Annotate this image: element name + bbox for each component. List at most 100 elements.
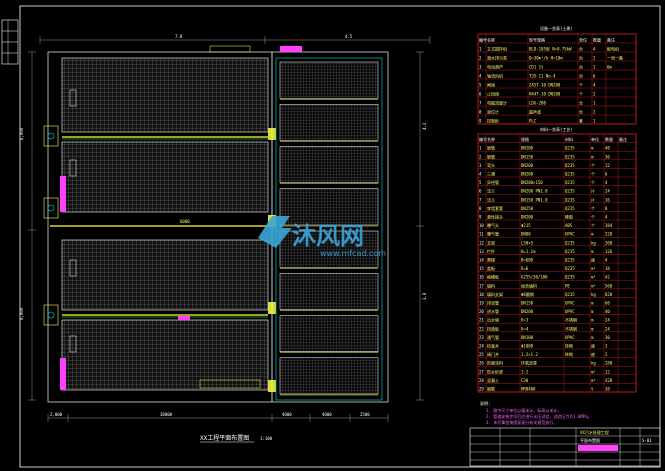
material-table[interactable]: 材料一览表(工艺) 编号 名称 规格 材料 单位 数量 备注1 钢管 DN200 Q235 m 482… [477,126,637,393]
equipment-table-cell: 止回阀 [487,91,499,97]
material-table-cell: 28 [479,378,484,383]
material-table-cell: 60 [605,301,610,306]
material-table-cell: 10 [479,223,484,228]
equipment-table-cell: 电磁流量计 [487,100,507,106]
material-table-cell: 6 [605,172,608,177]
material-table-cell: 座 [591,343,595,349]
material-table-cell: UPVC [565,301,575,306]
filter-cell[interactable] [279,61,379,99]
material-table-cell: DN200 [521,309,534,314]
equipment-table-cell: T35-11 No.4 [529,74,556,79]
magenta-marker-upper [60,176,66,212]
material-table-cell: m [591,301,594,306]
equipment-table-cell: 闸阀 [487,82,495,88]
material-table-cell: H=1.1m [521,249,536,254]
material-table-header-cell: 材料 [565,136,573,142]
material-table-header-cell: 单位 [591,136,599,142]
material-table-cell: 15 [479,266,484,271]
material-table-header-cell: 名称 [487,136,495,142]
material-table-cell: m [591,154,594,159]
material-table-cell: m [591,326,594,331]
material-table-cell: m [591,232,594,237]
valve-3[interactable] [268,302,276,314]
material-table-cell: 7 [479,197,482,202]
material-table-header-cell: 备注 [619,136,627,142]
tank-lower-bottom[interactable] [61,319,269,391]
valve-1[interactable] [268,128,276,140]
left-tank-group[interactable] [50,57,270,391]
filter-cell[interactable] [279,188,379,226]
left-equipment-1[interactable] [43,125,59,147]
equipment-table-cell: 4 [479,74,482,79]
title-block[interactable]: XX污水处理工程 平面布置图 S-01 [469,427,661,467]
title-block-project: XX污水处理工程 [580,429,609,435]
material-table-cell: UPVC [565,309,575,314]
bottom-dim-4: 4000 [322,412,332,417]
binding-strip [1,19,19,65]
material-table-cell: DN200 [521,172,534,177]
equipment-table-cell: 台 [579,100,583,106]
equipment-table-cell: 台 [579,109,583,115]
left-equipment-3[interactable] [43,304,59,326]
filter-cell[interactable] [279,273,379,310]
filter-cell[interactable] [279,104,379,141]
equipment-table-cell: 9 [479,119,482,124]
equipment-table-header-cell: 编号 [479,37,487,43]
filter-cell[interactable] [279,315,379,352]
material-table-cell: 钢筋 [487,386,495,392]
tank-upper-bottom[interactable] [61,141,269,213]
equipment-table-cell: 超声波 [529,109,541,115]
plan-view[interactable]: 7.8 4.5 8,000 8,000 4.2 3.8 2,000 30000 … [19,34,431,443]
filter-cell[interactable] [279,357,379,395]
middle-magenta-tag [178,316,190,320]
equipment-table-cell: LDG-200 [529,101,546,106]
material-table-header-cell: 编号 [479,136,487,142]
material-table-cell: δ=3 [521,318,529,323]
material-table-cell: 17 [479,283,484,288]
material-table-cell: 24 [605,189,610,194]
equipment-table-cell: 电动葫芦 [487,64,503,70]
notes-line-1: 1. 图中尺寸单位以毫米计，标高以米计。 [486,407,561,413]
material-table-cell: 12 [479,240,484,245]
filter-cell[interactable] [279,146,379,183]
material-table-cell: 1:2 [521,369,529,374]
material-table-cell: DN150 PN1.0 [521,197,548,202]
material-table-cell: 格栅板 [487,274,499,280]
left-dim-upper-label: 8,000 [19,127,24,140]
equipment-table[interactable]: 设备一览表(土建) 编号 名称 型号规格 单位 数量 备注 1 立式搅拌机 BLD-185型 N… [477,25,637,125]
material-table-cell: 16 [479,275,484,280]
equipment-table-title: 设备一览表(土建) [540,25,573,31]
notes-block: 说明: 1. 图中尺寸单位以毫米计，标高以米计。 2. 管道安装完毕后应进行水压… [480,400,592,425]
material-table-cell: 不锈钢 [565,317,577,323]
material-table-cell: DN200×150 [521,180,543,185]
tank-upper-top[interactable] [61,57,269,133]
left-equipment-2[interactable] [43,197,59,219]
material-table-cell: 2 [605,352,608,357]
material-table-cell: m² [591,266,596,271]
equipment-table-cell: 台 [579,73,583,79]
equipment-table-cell: 轴流风机 [487,73,503,79]
center-label: 6000 [180,219,190,224]
valve-4[interactable] [268,380,276,392]
tank-lower-top[interactable] [61,239,269,311]
material-table-title: 材料一览表(工艺) [540,126,573,132]
equipment-table-cell: 1 [593,101,596,106]
material-table-cell: 24 [605,326,610,331]
material-table-cell: 环氧沥青 [521,360,537,366]
material-table-cell: DN200 PN1.0 [521,189,548,194]
left-dimension-line: 8,000 8,000 [19,51,36,401]
material-table-cell: 820 [605,292,613,297]
material-table-cell: m [591,309,594,314]
material-table-cell: 座 [591,257,595,263]
material-table-cell: 16 [605,197,610,202]
equipment-table-cell: 液位计 [487,109,499,115]
material-table-cell: 420 [605,378,613,383]
material-table-cell: C30 [521,378,529,383]
material-table-cell: 19 [479,301,484,306]
cad-drawing-canvas[interactable]: 7.8 4.5 8,000 8,000 4.2 3.8 2,000 30000 … [0,0,665,471]
equipment-table-cell: 4 [593,47,596,52]
material-table-cell: 1.2×1.2 [521,352,538,357]
material-table-cell: 三通 [487,171,495,177]
material-table-cell: 24 [479,344,484,349]
material-table-cell: Q235 [565,275,575,280]
